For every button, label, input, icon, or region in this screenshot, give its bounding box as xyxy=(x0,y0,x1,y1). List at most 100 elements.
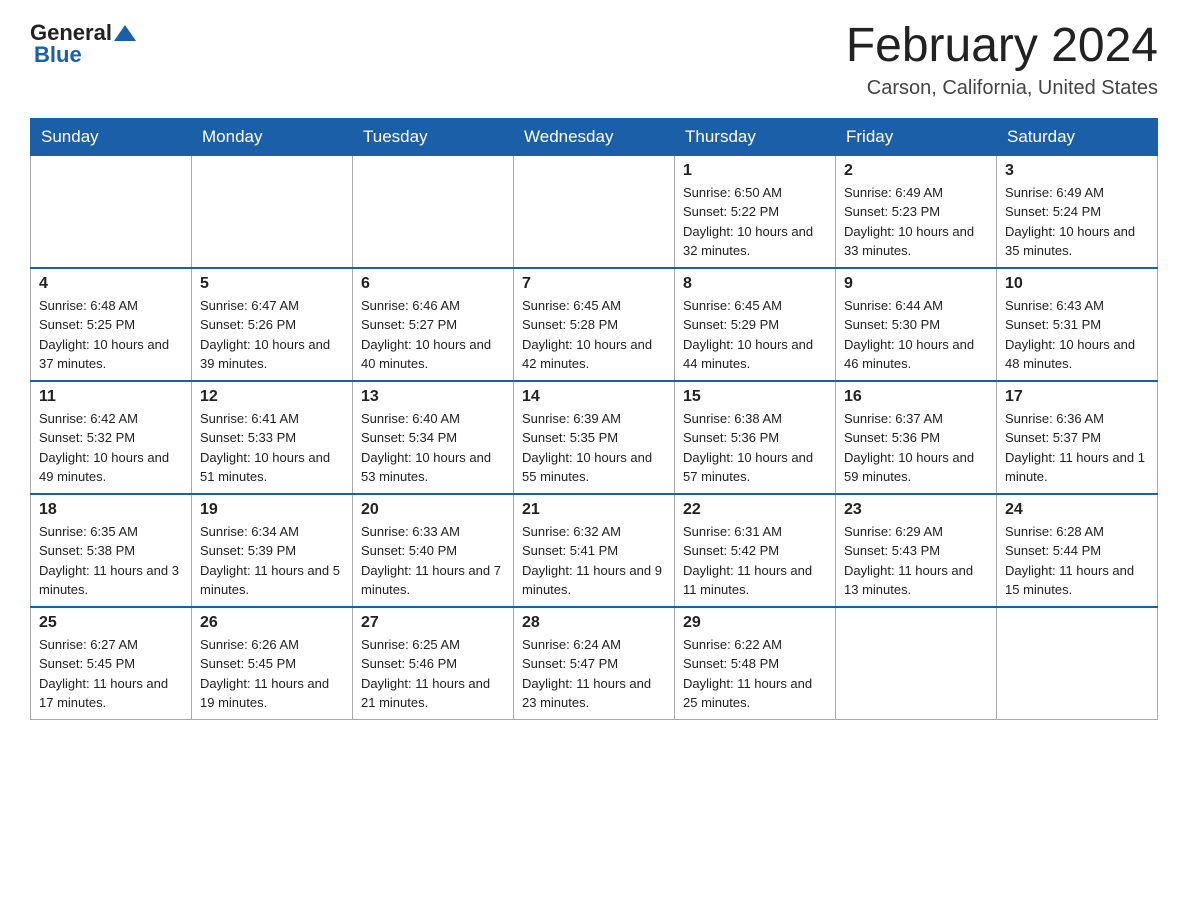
day-info: Sunrise: 6:33 AM Sunset: 5:40 PM Dayligh… xyxy=(361,522,505,600)
logo-triangle-icon xyxy=(114,25,136,41)
day-info: Sunrise: 6:49 AM Sunset: 5:24 PM Dayligh… xyxy=(1005,183,1149,261)
day-number: 4 xyxy=(39,275,183,293)
day-number: 21 xyxy=(522,501,666,519)
calendar-cell: 18Sunrise: 6:35 AM Sunset: 5:38 PM Dayli… xyxy=(31,494,192,607)
day-number: 28 xyxy=(522,614,666,632)
calendar-cell: 29 Sunrise: 6:22 AM Sunset: 5:48 PM Dayli… xyxy=(675,607,836,720)
page-title: February 2024 xyxy=(846,20,1158,73)
calendar-cell: 19 Sunrise: 6:34 AM Sunset: 5:39 PM Dayli… xyxy=(192,494,353,607)
calendar-cell: 11Sunrise: 6:42 AM Sunset: 5:32 PM Dayli… xyxy=(31,381,192,494)
calendar-cell: 25 Sunrise: 6:27 AM Sunset: 5:45 PM Dayli… xyxy=(31,607,192,720)
day-number: 29 xyxy=(683,614,827,632)
day-info: Sunrise: 6:29 AM Sunset: 5:43 PM Dayligh… xyxy=(844,522,988,600)
day-info: Sunrise: 6:27 AM Sunset: 5:45 PM Dayligh… xyxy=(39,635,183,713)
calendar-cell: 20 Sunrise: 6:33 AM Sunset: 5:40 PM Dayli… xyxy=(353,494,514,607)
day-number: 9 xyxy=(844,275,988,293)
calendar-cell: 1Sunrise: 6:50 AM Sunset: 5:22 PM Daylig… xyxy=(675,155,836,268)
calendar-cell xyxy=(192,155,353,268)
day-number: 12 xyxy=(200,388,344,406)
day-number: 27 xyxy=(361,614,505,632)
day-info: Sunrise: 6:44 AM Sunset: 5:30 PM Dayligh… xyxy=(844,296,988,374)
calendar-cell: 23 Sunrise: 6:29 AM Sunset: 5:43 PM Dayli… xyxy=(836,494,997,607)
day-info: Sunrise: 6:43 AM Sunset: 5:31 PM Dayligh… xyxy=(1005,296,1149,374)
day-number: 5 xyxy=(200,275,344,293)
page-header: General Blue February 2024 Carson, Calif… xyxy=(30,20,1158,100)
day-info: Sunrise: 6:32 AM Sunset: 5:41 PM Dayligh… xyxy=(522,522,666,600)
calendar-cell: 9 Sunrise: 6:44 AM Sunset: 5:30 PM Daylig… xyxy=(836,268,997,381)
calendar-week-row: 18Sunrise: 6:35 AM Sunset: 5:38 PM Dayli… xyxy=(31,494,1158,607)
calendar-cell: 22Sunrise: 6:31 AM Sunset: 5:42 PM Dayli… xyxy=(675,494,836,607)
day-info: Sunrise: 6:34 AM Sunset: 5:39 PM Dayligh… xyxy=(200,522,344,600)
day-number: 10 xyxy=(1005,275,1149,293)
day-info: Sunrise: 6:46 AM Sunset: 5:27 PM Dayligh… xyxy=(361,296,505,374)
day-number: 16 xyxy=(844,388,988,406)
day-number: 19 xyxy=(200,501,344,519)
day-info: Sunrise: 6:38 AM Sunset: 5:36 PM Dayligh… xyxy=(683,409,827,487)
day-number: 23 xyxy=(844,501,988,519)
calendar-cell: 14 Sunrise: 6:39 AM Sunset: 5:35 PM Dayli… xyxy=(514,381,675,494)
day-number: 2 xyxy=(844,162,988,180)
day-number: 18 xyxy=(39,501,183,519)
day-number: 22 xyxy=(683,501,827,519)
calendar-cell: 15 Sunrise: 6:38 AM Sunset: 5:36 PM Dayli… xyxy=(675,381,836,494)
logo: General Blue xyxy=(30,20,136,68)
calendar-cell: 13 Sunrise: 6:40 AM Sunset: 5:34 PM Dayli… xyxy=(353,381,514,494)
calendar-day-header: Tuesday xyxy=(353,118,514,155)
day-number: 8 xyxy=(683,275,827,293)
calendar-cell: 27 Sunrise: 6:25 AM Sunset: 5:46 PM Dayli… xyxy=(353,607,514,720)
calendar-cell: 17 Sunrise: 6:36 AM Sunset: 5:37 PM Dayli… xyxy=(997,381,1158,494)
calendar-week-row: 11Sunrise: 6:42 AM Sunset: 5:32 PM Dayli… xyxy=(31,381,1158,494)
day-info: Sunrise: 6:45 AM Sunset: 5:29 PM Dayligh… xyxy=(683,296,827,374)
day-number: 14 xyxy=(522,388,666,406)
calendar-cell: 21 Sunrise: 6:32 AM Sunset: 5:41 PM Dayli… xyxy=(514,494,675,607)
calendar-cell xyxy=(31,155,192,268)
calendar-cell: 5 Sunrise: 6:47 AM Sunset: 5:26 PM Daylig… xyxy=(192,268,353,381)
calendar-cell xyxy=(836,607,997,720)
day-info: Sunrise: 6:45 AM Sunset: 5:28 PM Dayligh… xyxy=(522,296,666,374)
day-number: 25 xyxy=(39,614,183,632)
day-number: 3 xyxy=(1005,162,1149,180)
day-info: Sunrise: 6:22 AM Sunset: 5:48 PM Dayligh… xyxy=(683,635,827,713)
calendar-day-header: Thursday xyxy=(675,118,836,155)
calendar-cell: 6 Sunrise: 6:46 AM Sunset: 5:27 PM Daylig… xyxy=(353,268,514,381)
day-info: Sunrise: 6:28 AM Sunset: 5:44 PM Dayligh… xyxy=(1005,522,1149,600)
day-info: Sunrise: 6:40 AM Sunset: 5:34 PM Dayligh… xyxy=(361,409,505,487)
day-info: Sunrise: 6:25 AM Sunset: 5:46 PM Dayligh… xyxy=(361,635,505,713)
calendar-header-row: SundayMondayTuesdayWednesdayThursdayFrid… xyxy=(31,118,1158,155)
day-number: 13 xyxy=(361,388,505,406)
calendar-cell: 16 Sunrise: 6:37 AM Sunset: 5:36 PM Dayli… xyxy=(836,381,997,494)
calendar-week-row: 25 Sunrise: 6:27 AM Sunset: 5:45 PM Dayli… xyxy=(31,607,1158,720)
calendar-week-row: 1Sunrise: 6:50 AM Sunset: 5:22 PM Daylig… xyxy=(31,155,1158,268)
calendar-cell: 4Sunrise: 6:48 AM Sunset: 5:25 PM Daylig… xyxy=(31,268,192,381)
day-number: 15 xyxy=(683,388,827,406)
day-number: 1 xyxy=(683,162,827,180)
calendar-cell: 24 Sunrise: 6:28 AM Sunset: 5:44 PM Dayli… xyxy=(997,494,1158,607)
day-info: Sunrise: 6:39 AM Sunset: 5:35 PM Dayligh… xyxy=(522,409,666,487)
day-number: 7 xyxy=(522,275,666,293)
day-number: 6 xyxy=(361,275,505,293)
calendar-day-header: Sunday xyxy=(31,118,192,155)
title-block: February 2024 Carson, California, United… xyxy=(846,20,1158,100)
day-info: Sunrise: 6:24 AM Sunset: 5:47 PM Dayligh… xyxy=(522,635,666,713)
calendar-cell: 8 Sunrise: 6:45 AM Sunset: 5:29 PM Daylig… xyxy=(675,268,836,381)
calendar-cell: 26Sunrise: 6:26 AM Sunset: 5:45 PM Dayli… xyxy=(192,607,353,720)
calendar-cell: 12 Sunrise: 6:41 AM Sunset: 5:33 PM Dayli… xyxy=(192,381,353,494)
day-info: Sunrise: 6:36 AM Sunset: 5:37 PM Dayligh… xyxy=(1005,409,1149,487)
calendar-week-row: 4Sunrise: 6:48 AM Sunset: 5:25 PM Daylig… xyxy=(31,268,1158,381)
day-info: Sunrise: 6:41 AM Sunset: 5:33 PM Dayligh… xyxy=(200,409,344,487)
calendar-cell: 7 Sunrise: 6:45 AM Sunset: 5:28 PM Daylig… xyxy=(514,268,675,381)
day-info: Sunrise: 6:37 AM Sunset: 5:36 PM Dayligh… xyxy=(844,409,988,487)
calendar-cell xyxy=(353,155,514,268)
day-info: Sunrise: 6:49 AM Sunset: 5:23 PM Dayligh… xyxy=(844,183,988,261)
calendar-day-header: Friday xyxy=(836,118,997,155)
day-number: 17 xyxy=(1005,388,1149,406)
day-info: Sunrise: 6:47 AM Sunset: 5:26 PM Dayligh… xyxy=(200,296,344,374)
day-number: 24 xyxy=(1005,501,1149,519)
day-number: 11 xyxy=(39,388,183,406)
calendar-cell xyxy=(514,155,675,268)
calendar-cell: 28 Sunrise: 6:24 AM Sunset: 5:47 PM Dayli… xyxy=(514,607,675,720)
page-subtitle: Carson, California, United States xyxy=(846,77,1158,100)
calendar-cell xyxy=(997,607,1158,720)
calendar-day-header: Saturday xyxy=(997,118,1158,155)
day-number: 20 xyxy=(361,501,505,519)
